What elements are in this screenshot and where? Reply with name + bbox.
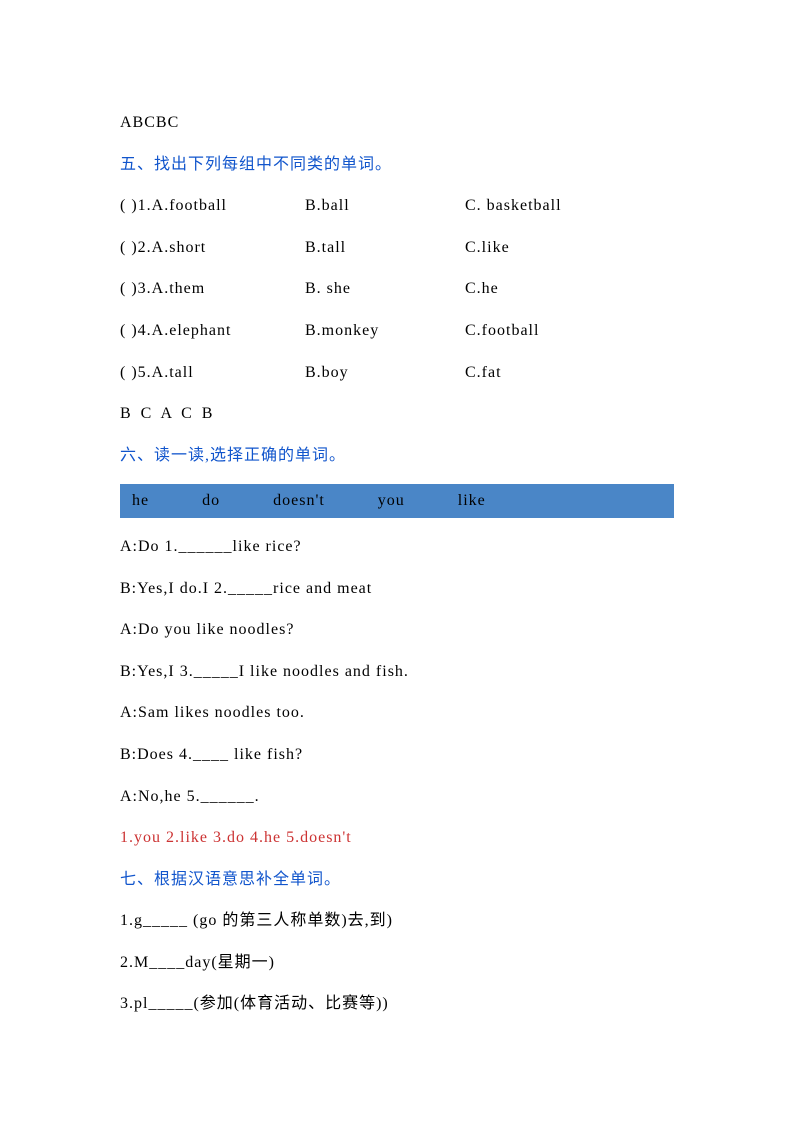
question-option-b: B.monkey: [305, 318, 465, 344]
question-option-a: ( )5.A.tall: [120, 360, 305, 386]
dialogue-line: B:Yes,I do.I 2._____rice and meat: [120, 576, 674, 602]
question-option-c: C.he: [465, 276, 674, 302]
word-bank-item: you: [378, 492, 405, 509]
word-bank-item: like: [458, 492, 486, 509]
section6-title: 六、读一读,选择正确的单词。: [120, 443, 674, 469]
question-option-b: B.boy: [305, 360, 465, 386]
question-option-b: B.ball: [305, 193, 465, 219]
section7-item: 2.M____day(星期一): [120, 950, 674, 976]
question-row: ( )1.A.football B.ball C. basketball: [120, 193, 674, 219]
question-option-a: ( )2.A.short: [120, 235, 305, 261]
dialogue-line: A:Sam likes noodles too.: [120, 700, 674, 726]
section5-answer: B C A C B: [120, 401, 674, 427]
word-bank-item: doesn't: [273, 492, 325, 509]
dialogue-line: A:Do 1.______like rice?: [120, 534, 674, 560]
question-option-c: C.football: [465, 318, 674, 344]
dialogue-line: B:Does 4.____ like fish?: [120, 742, 674, 768]
question-option-c: C. basketball: [465, 193, 674, 219]
section7-item: 3.pl_____(参加(体育活动、比赛等)): [120, 991, 674, 1017]
dialogue-line: A:No,he 5.______.: [120, 784, 674, 810]
question-row: ( )5.A.tall B.boy C.fat: [120, 360, 674, 386]
header-answer: ABCBC: [120, 110, 674, 136]
question-option-a: ( )3.A.them: [120, 276, 305, 302]
word-bank-item: do: [202, 492, 220, 509]
question-option-b: B. she: [305, 276, 465, 302]
section5-title: 五、找出下列每组中不同类的单词。: [120, 152, 674, 178]
question-row: ( )3.A.them B. she C.he: [120, 276, 674, 302]
question-option-c: C.fat: [465, 360, 674, 386]
word-bank: he do doesn't you like: [120, 484, 674, 518]
question-option-a: ( )4.A.elephant: [120, 318, 305, 344]
question-option-a: ( )1.A.football: [120, 193, 305, 219]
question-row: ( )2.A.short B.tall C.like: [120, 235, 674, 261]
section6-answer: 1.you 2.like 3.do 4.he 5.doesn't: [120, 825, 674, 851]
section7-item: 1.g_____ (go 的第三人称单数)去,到): [120, 908, 674, 934]
dialogue-line: B:Yes,I 3._____I like noodles and fish.: [120, 659, 674, 685]
question-row: ( )4.A.elephant B.monkey C.football: [120, 318, 674, 344]
section7-title: 七、根据汉语意思补全单词。: [120, 867, 674, 893]
question-option-c: C.like: [465, 235, 674, 261]
dialogue-line: A:Do you like noodles?: [120, 617, 674, 643]
question-option-b: B.tall: [305, 235, 465, 261]
word-bank-item: he: [132, 492, 149, 509]
